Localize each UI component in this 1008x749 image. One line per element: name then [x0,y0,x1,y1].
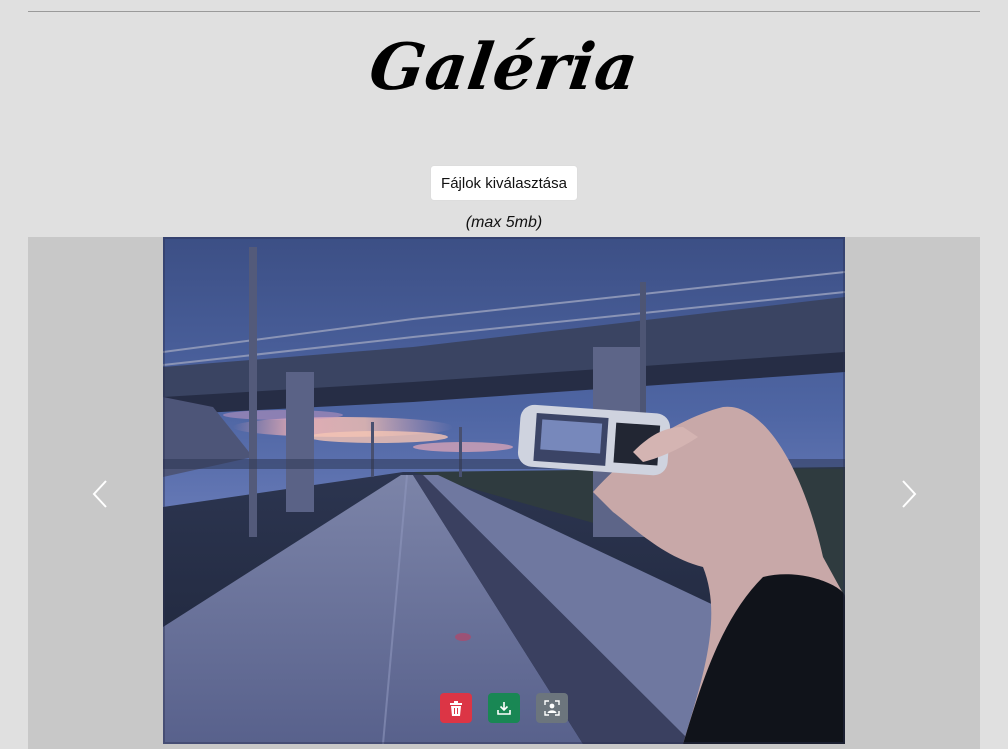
image-actions [440,693,568,723]
carousel-next-button[interactable] [894,477,924,511]
chevron-right-icon [902,480,917,508]
delete-button[interactable] [440,693,472,723]
download-button[interactable] [488,693,520,723]
chevron-left-icon [92,480,107,508]
max-size-note: (max 5mb) [465,214,543,231]
carousel-prev-button[interactable] [85,477,115,511]
page-title: Galéria [364,30,644,105]
download-icon [497,702,511,715]
choose-files-button[interactable]: Fájlok kiválasztása [430,165,578,201]
person-frame-icon [544,700,560,716]
carousel-image [163,237,845,744]
image-carousel [28,237,980,749]
set-profile-button[interactable] [536,693,568,723]
trash-icon [450,700,462,716]
top-divider [28,11,980,12]
